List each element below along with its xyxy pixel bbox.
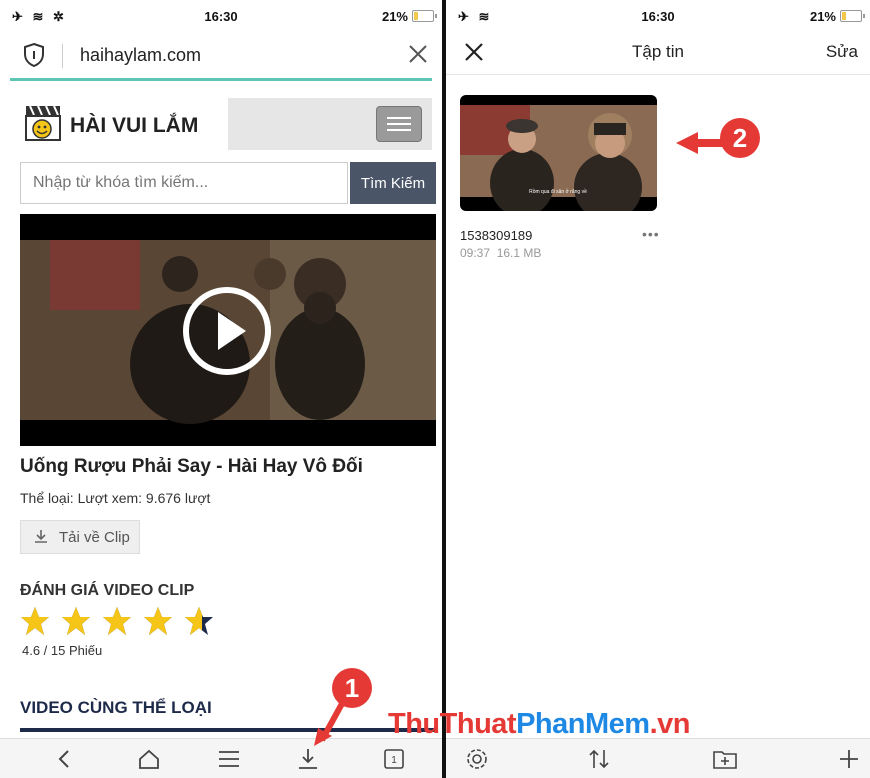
video-title[interactable]: Uống Rượu Phải Say - Hài Hay Vô Đối: [20, 456, 440, 478]
download-icon[interactable]: [295, 747, 321, 771]
star-icon[interactable]: [102, 606, 132, 636]
menu-icon[interactable]: [216, 747, 242, 771]
file-name[interactable]: 1538309189: [460, 228, 532, 243]
download-icon: [35, 530, 47, 543]
close-icon[interactable]: [406, 42, 430, 66]
related-heading: VIDEO CÙNG THỂ LOẠI: [20, 698, 212, 717]
site-logo-text[interactable]: HÀI VUI LẮM: [70, 114, 198, 138]
battery-percent: 21%: [381, 9, 408, 24]
status-bar: ✈ ≋ 16:30 21%: [446, 0, 870, 34]
watermark-part-3: .vn: [649, 708, 691, 740]
battery-percent: 21%: [809, 9, 836, 24]
files-toolbar: [446, 738, 870, 778]
star-icon[interactable]: [143, 606, 173, 636]
star-icon[interactable]: [20, 606, 50, 636]
watermark-part-1: ThuThuat: [388, 708, 517, 740]
search-button[interactable]: Tìm Kiếm: [350, 162, 436, 204]
back-icon[interactable]: [52, 747, 78, 771]
svg-text:Rồm qua đi sân ở răng về: Rồm qua đi sân ở răng về: [529, 188, 587, 195]
url-text[interactable]: haihaylam.com: [80, 45, 201, 66]
home-icon[interactable]: [136, 747, 162, 771]
browser-panel: ✈ ≋ ✲ 16:30 21% haihaylam.com HÀI VUI LẮ…: [0, 0, 442, 778]
callout-number-2: 2: [720, 118, 760, 158]
status-time: 16:30: [204, 9, 238, 24]
add-icon[interactable]: [836, 747, 862, 771]
star-icon[interactable]: [184, 606, 214, 636]
files-title: Tập tin: [632, 42, 684, 61]
video-meta: Thể loại: Lượt xem: 9.676 lượt: [20, 490, 211, 506]
url-separator: [62, 44, 63, 68]
watermark: ThuThuatPhanMem.vn: [388, 708, 690, 741]
svg-text:1: 1: [391, 755, 397, 766]
search-input[interactable]: [20, 162, 348, 204]
callout-number-1: 1: [332, 668, 372, 708]
more-options-icon[interactable]: •••: [642, 226, 660, 242]
download-clip-label: Tải về Clip: [59, 529, 130, 546]
star-icon[interactable]: [61, 606, 91, 636]
status-bar: ✈ ≋ ✲ 16:30 21%: [0, 0, 442, 34]
header-right-area: [228, 98, 432, 150]
sort-icon[interactable]: [586, 747, 612, 771]
clapperboard-smiley-icon: [25, 105, 61, 141]
watermark-part-2: PhanMem: [516, 708, 650, 740]
battery-icon: [412, 10, 437, 22]
rating-summary: 4.6 / 15 Phiếu: [22, 643, 103, 658]
thumbnail-frame: Rồm qua đi sân ở răng về: [460, 105, 657, 211]
files-panel: ✈ ≋ 16:30 21% Tập tin Sửa Rồm qua đi sân…: [446, 0, 870, 778]
rating-heading: ĐÁNH GIÁ VIDEO CLIP: [20, 582, 195, 599]
download-clip-button[interactable]: Tải về Clip: [20, 520, 140, 554]
site-header: HÀI VUI LẮM: [10, 98, 432, 150]
new-folder-icon[interactable]: [712, 747, 738, 771]
file-meta: 09:37 16.1 MB: [460, 246, 541, 260]
play-icon[interactable]: [182, 286, 272, 376]
status-time: 16:30: [641, 9, 675, 24]
video-file-thumbnail[interactable]: Rồm qua đi sân ở răng về: [460, 95, 657, 211]
settings-icon[interactable]: [464, 747, 490, 771]
shield-icon: [24, 42, 44, 68]
tabs-icon[interactable]: 1: [381, 747, 407, 771]
page-load-bar: [10, 78, 432, 81]
hamburger-menu-button[interactable]: [376, 106, 422, 142]
address-bar[interactable]: haihaylam.com: [0, 34, 442, 78]
file-size: 16.1 MB: [496, 246, 542, 260]
edit-button[interactable]: Sửa: [826, 42, 858, 62]
search-form: Tìm Kiếm: [20, 162, 436, 204]
battery-icon: [840, 10, 865, 22]
video-player[interactable]: [20, 214, 436, 446]
files-nav-bar: Tập tin Sửa: [446, 34, 870, 75]
file-time: 09:37: [460, 246, 491, 260]
